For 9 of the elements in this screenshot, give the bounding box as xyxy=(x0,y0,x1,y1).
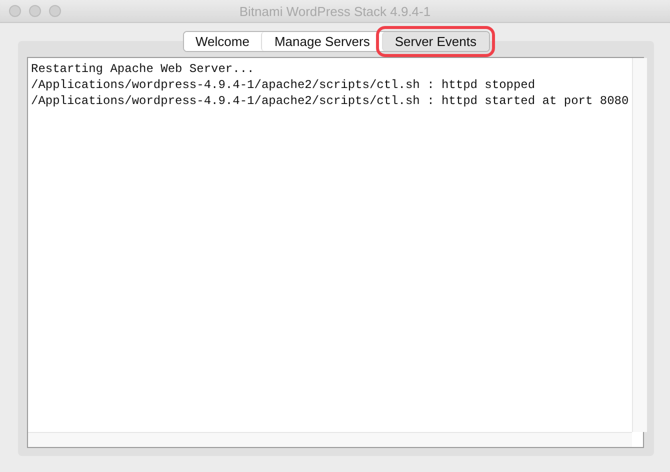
window-control-icon[interactable] xyxy=(9,5,21,17)
window-control-icon[interactable] xyxy=(29,5,41,17)
window-control-icon[interactable] xyxy=(49,5,61,17)
log-line: /Applications/wordpress-4.9.4-1/apache2/scripts/ctl.sh : httpd stopped xyxy=(31,77,536,93)
horizontal-scrollbar[interactable] xyxy=(28,432,632,447)
vertical-scrollbar[interactable] xyxy=(632,58,647,432)
log-line: Restarting Apache Web Server... xyxy=(31,61,256,77)
log-line: /Applications/wordpress-4.9.4-1/apache2/scripts/ctl.sh : httpd started at port 8080 xyxy=(31,93,629,109)
window-title: Bitnami WordPress Stack 4.9.4-1 xyxy=(239,4,431,18)
